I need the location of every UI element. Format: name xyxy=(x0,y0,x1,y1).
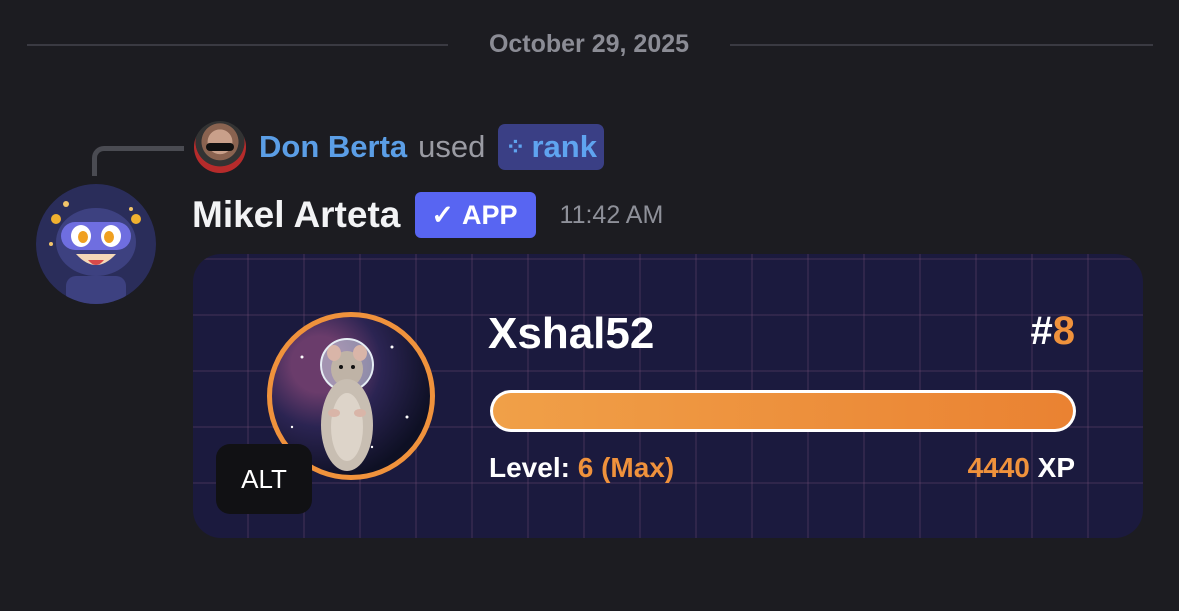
app-command-icon: ⁘ xyxy=(505,133,526,161)
xp-label: XP xyxy=(1037,452,1075,483)
divider-date: October 29, 2025 xyxy=(488,30,690,58)
divider-line-right xyxy=(730,44,1153,46)
reply-connector xyxy=(92,146,184,176)
command-mention[interactable]: ⁘ rank xyxy=(498,124,604,170)
xp-info: 4440 XP xyxy=(968,452,1075,484)
replied-user-name[interactable]: Don Berta xyxy=(259,129,407,165)
level-label: Level: xyxy=(489,452,570,483)
message-timestamp[interactable]: 11:42 AM xyxy=(560,201,664,230)
check-icon: ✓ xyxy=(431,199,454,230)
rank-card-rank: #8 xyxy=(1031,309,1076,354)
message-header: Mikel Arteta ✓ APP 11:42 AM xyxy=(192,192,663,238)
level-info: Level: 6 (Max) xyxy=(489,452,674,484)
xp-progress-bar xyxy=(490,390,1076,432)
reply-used-text: used xyxy=(418,129,486,164)
author-name[interactable]: Mikel Arteta xyxy=(192,194,400,236)
command-reply-line: Don Berta used ⁘ rank xyxy=(259,124,604,170)
command-name: rank xyxy=(531,129,597,164)
rank-prefix: # xyxy=(1030,309,1053,353)
alt-text-button[interactable]: ALT xyxy=(216,444,312,514)
divider-line-left xyxy=(27,44,448,46)
xp-progress-fill xyxy=(493,393,1073,429)
rank-number: 8 xyxy=(1052,309,1075,353)
author-avatar[interactable] xyxy=(36,184,156,304)
rank-card-username: Xshal52 xyxy=(488,309,655,358)
rank-card-image[interactable]: Xshal52 #8 Level: 6 (Max) 4440 XP xyxy=(193,254,1143,538)
app-badge: ✓ APP xyxy=(415,192,536,238)
level-value: 6 (Max) xyxy=(577,452,675,483)
app-badge-label: APP xyxy=(462,199,518,230)
xp-value: 4440 xyxy=(967,452,1030,483)
replied-user-avatar[interactable] xyxy=(194,121,246,173)
